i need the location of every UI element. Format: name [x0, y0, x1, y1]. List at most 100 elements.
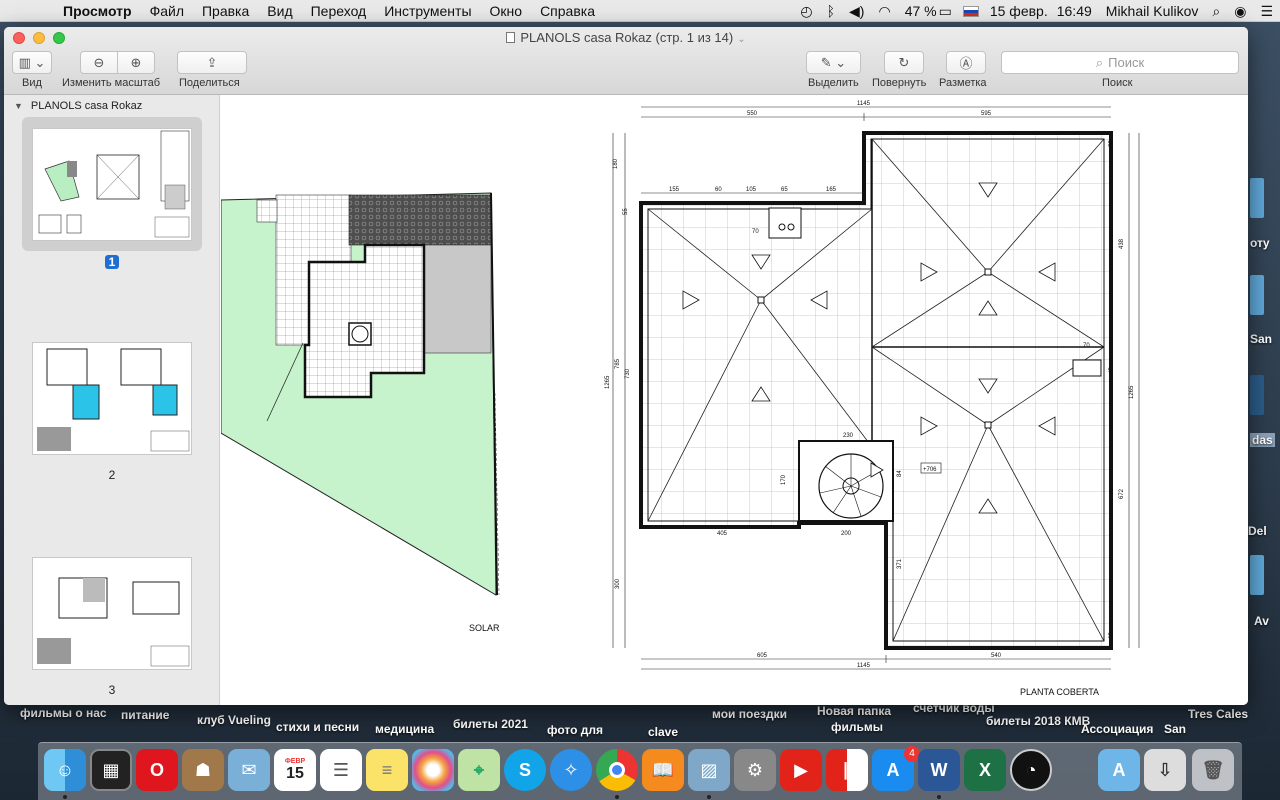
menu-file[interactable]: Файл: [141, 3, 193, 19]
desktop-file-icon[interactable]: [1250, 555, 1264, 595]
books-icon[interactable]: 📖: [642, 749, 684, 791]
desktop-label[interactable]: мои поездки: [712, 707, 787, 721]
desktop-label[interactable]: билеты 2018 КМВ: [986, 714, 1090, 728]
zoom-out-button[interactable]: ⊖: [80, 51, 118, 74]
desktop-label[interactable]: Ассоциация: [1081, 722, 1153, 736]
menu-bar: Просмотр Файл Правка Вид Переход Инструм…: [0, 0, 1280, 22]
desktop-file-icon[interactable]: [1250, 178, 1264, 218]
window-title[interactable]: PLANOLS casa Rokaz (стр. 1 из 14): [520, 30, 733, 45]
desktop-label[interactable]: фото для: [547, 723, 603, 737]
excel-icon[interactable]: X: [964, 749, 1006, 791]
contacts-icon[interactable]: ☗: [182, 749, 224, 791]
menu-edit[interactable]: Правка: [193, 3, 258, 19]
calendar-icon[interactable]: ФЕВР 15: [274, 749, 316, 791]
dim-right: 672: [1119, 488, 1125, 499]
applications-folder-icon[interactable]: A: [1098, 749, 1140, 791]
siri-icon[interactable]: ◉: [1227, 3, 1253, 20]
window-toolbar: PLANOLS casa Rokaz (стр. 1 из 14) ⌄ ▥ ⌄ В…: [4, 27, 1248, 95]
menu-window[interactable]: Окно: [481, 3, 532, 19]
battery-icon[interactable]: ▭: [939, 3, 959, 20]
share-button[interactable]: ⇪: [177, 51, 247, 74]
highlight-button[interactable]: ✎ ⌄: [806, 51, 861, 74]
page-number-3[interactable]: 3: [4, 683, 220, 697]
mail-stamp-icon[interactable]: ✉: [228, 749, 270, 791]
bluetooth-icon[interactable]: ᛒ: [820, 3, 842, 19]
time-machine-icon[interactable]: ◴: [793, 3, 819, 20]
markup-icon: Ⓐ: [959, 56, 973, 71]
page-number-1[interactable]: 1: [4, 255, 220, 269]
desktop-label[interactable]: Del: [1248, 524, 1267, 538]
volume-icon[interactable]: ◀): [842, 3, 871, 20]
safari-icon[interactable]: ✧: [550, 749, 592, 791]
sidebar-document-header[interactable]: ▼ PLANOLS casa Rokaz: [14, 100, 142, 112]
page-number-2[interactable]: 2: [4, 468, 220, 482]
finder-icon[interactable]: ☺: [44, 749, 86, 791]
trash-icon[interactable]: 🗑: [1192, 749, 1234, 791]
desktop-label[interactable]: отy: [1250, 236, 1270, 250]
desktop-label[interactable]: питание: [121, 708, 169, 722]
desktop-label[interactable]: das: [1250, 433, 1275, 447]
dim-row: 165: [826, 187, 837, 193]
opera-icon[interactable]: O: [136, 749, 178, 791]
desktop-label[interactable]: Новая папка: [817, 704, 891, 718]
desktop-file-icon[interactable]: [1250, 375, 1264, 415]
system-preferences-icon[interactable]: ⚙: [734, 749, 776, 791]
input-source-flag-icon[interactable]: [962, 5, 979, 17]
notes-icon[interactable]: ≡: [366, 749, 408, 791]
page-thumbnail-3[interactable]: [32, 557, 192, 670]
desktop-label[interactable]: клуб Vueling: [197, 713, 271, 727]
photos-icon[interactable]: [412, 749, 454, 791]
disclosure-triangle-icon[interactable]: ▼: [14, 101, 23, 111]
markup-button[interactable]: Ⓐ: [946, 51, 986, 74]
search-input[interactable]: ⌕ Поиск: [1001, 51, 1239, 74]
skype-icon[interactable]: S: [504, 749, 546, 791]
desktop-label[interactable]: фильмы: [831, 720, 883, 734]
downloads-folder-icon[interactable]: ⇩: [1144, 749, 1186, 791]
dim-left: 730: [625, 368, 631, 379]
menu-go[interactable]: Переход: [302, 3, 376, 19]
desktop-label[interactable]: Tres Cales: [1188, 707, 1248, 721]
floor-plan-drawing: +706 1145 550 595 155 60 105 65 165 180 …: [221, 101, 1140, 670]
menu-tools[interactable]: Инструменты: [375, 3, 480, 19]
word-icon[interactable]: W: [918, 749, 960, 791]
chrome-icon[interactable]: [596, 749, 638, 791]
desktop-label[interactable]: билеты 2021: [453, 717, 528, 731]
calendar-month: ФЕВР: [284, 757, 306, 765]
menu-view[interactable]: Вид: [258, 3, 301, 19]
menu-help[interactable]: Справка: [531, 3, 604, 19]
menu-date[interactable]: 15 февр.: [983, 3, 1050, 19]
parallels-icon[interactable]: ∥: [826, 749, 868, 791]
document-page-view[interactable]: +706 1145 550 595 155 60 105 65 165 180 …: [221, 95, 1248, 705]
chevron-down-icon[interactable]: ⌄: [737, 34, 745, 45]
page-thumbnail-1[interactable]: [32, 128, 192, 241]
level-tag: +706: [923, 467, 937, 473]
desktop-file-icon[interactable]: [1250, 275, 1264, 315]
desktop-label[interactable]: медицина: [375, 722, 434, 736]
spotlight-icon[interactable]: ⌕: [1205, 3, 1227, 20]
page-thumbnail-2[interactable]: [32, 342, 192, 455]
photo-booth-icon[interactable]: ▦: [90, 749, 132, 791]
menu-time[interactable]: 16:49: [1050, 3, 1099, 19]
dim-right: 1265: [1129, 385, 1135, 399]
media-app-icon[interactable]: ▶: [780, 749, 822, 791]
zoom-in-button[interactable]: ⊕: [117, 51, 155, 74]
dock-running-indicator: [615, 795, 619, 799]
wifi-icon[interactable]: ◠: [871, 3, 897, 20]
battery-percent[interactable]: 47 %: [898, 3, 939, 19]
menu-app[interactable]: Просмотр: [54, 3, 141, 19]
view-button[interactable]: ▥ ⌄: [12, 51, 52, 74]
desktop-label[interactable]: clave: [648, 725, 678, 739]
desktop-label[interactable]: Av: [1254, 614, 1269, 628]
reminders-icon[interactable]: ☰: [320, 749, 362, 791]
preview-icon[interactable]: ▨: [688, 749, 730, 791]
menu-user[interactable]: Mikhail Kulikov: [1099, 3, 1206, 19]
desktop-label[interactable]: San: [1164, 722, 1186, 736]
activity-monitor-icon[interactable]: ◔: [1010, 749, 1052, 791]
desktop-label[interactable]: стихи и песни: [276, 720, 359, 734]
desktop-label[interactable]: фильмы о нас: [20, 706, 107, 720]
rotate-button[interactable]: ↻: [884, 51, 924, 74]
maps-icon[interactable]: ⌖: [458, 749, 500, 791]
desktop-label[interactable]: San: [1250, 332, 1272, 346]
dim-top-left: 550: [747, 111, 758, 117]
notification-center-icon[interactable]: ☰: [1253, 3, 1280, 20]
